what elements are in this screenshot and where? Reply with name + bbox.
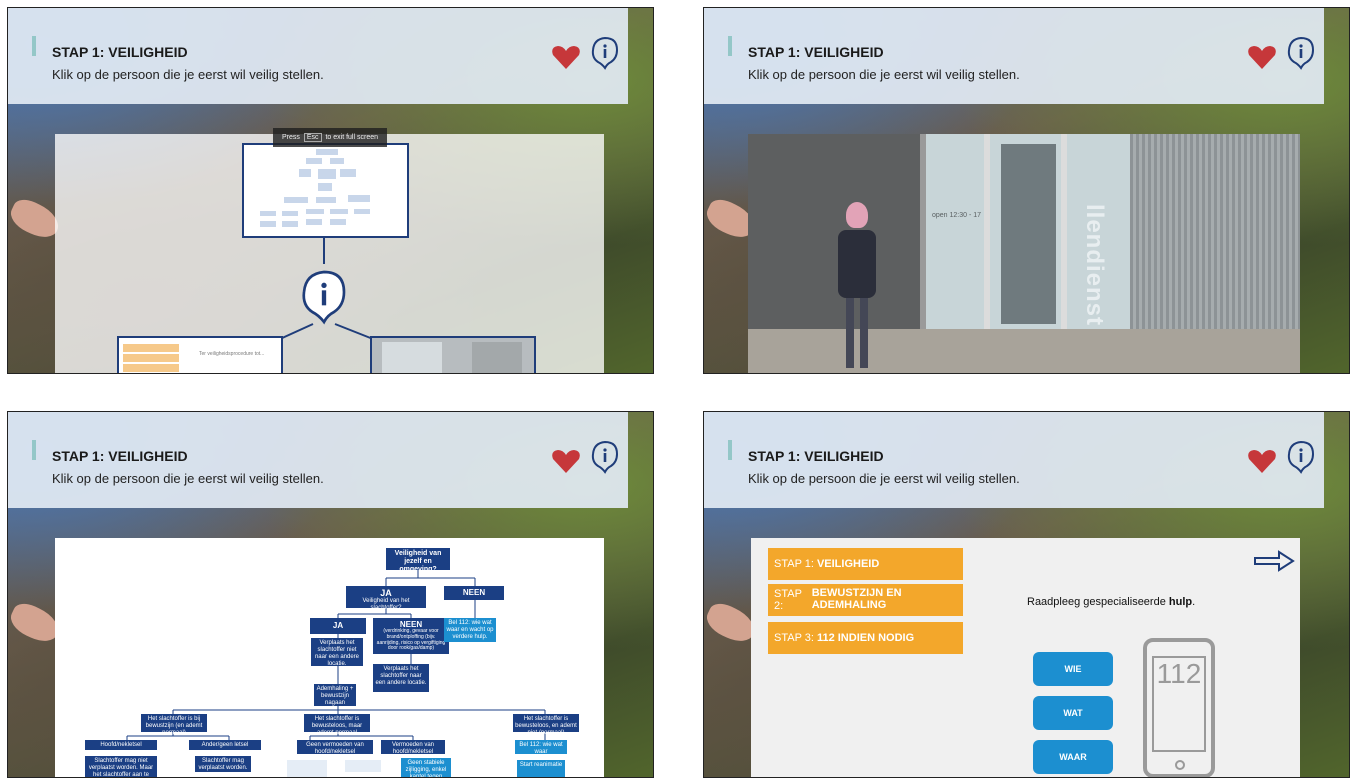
flow-mag-niet: Slachtoffer mag niet verplaatst worden. … [85, 756, 157, 777]
menu-step-3-prefix: STAP 3: [774, 632, 814, 644]
menu-step-3[interactable]: STAP 3: 112 INDIEN NODIG [768, 622, 963, 654]
flow-root: Veiligheid van jezelf en omgeving? [386, 548, 450, 573]
heart-icon [552, 46, 580, 69]
flow-ghost-b [345, 760, 381, 772]
heart-icon [1248, 450, 1276, 473]
flow-ja-title: JA [380, 588, 392, 598]
header-accent [32, 440, 36, 460]
instruction-post: . [1192, 596, 1196, 608]
header-bar: STAP 1: VEILIGHEID Klik op de persoon di… [8, 8, 628, 104]
header-accent [728, 440, 732, 460]
flow-bewusteloos: Het slachtoffer is bewusteloos, maar ade… [304, 714, 370, 736]
step-instruction: Klik op de persoon die je eerst wil veil… [748, 67, 1020, 82]
flow-bel112b: Bel 112: wie wat waar [515, 740, 567, 755]
heart-icon [552, 450, 580, 473]
menu-step-2-prefix: STAP 2: [774, 588, 802, 612]
flow-bewusteloos2: Het slachtoffer is bewusteloos, en ademt… [513, 714, 579, 736]
preview-caption: Ter veiligheidsprocedure tot... [199, 351, 265, 357]
arrow-right-icon[interactable] [1253, 550, 1295, 572]
waar-button[interactable]: WAAR [1033, 740, 1113, 774]
step-title: STAP 1: VEILIGHEID [52, 44, 188, 60]
flow-neen2: NEEN (verdrinking, gevaar voor brand/ont… [373, 618, 449, 654]
flow-ander: Ander/geen letsel [189, 740, 261, 750]
header-accent [32, 36, 36, 56]
panel-info-overlay: STAP 1: VEILIGHEID Klik op de persoon di… [7, 7, 654, 374]
menu-step-2-label: BEWUSTZIJN EN ADEMHALING [811, 587, 902, 611]
step-title: STAP 1: VEILIGHEID [748, 448, 884, 464]
fullscreen-toast: Press Esc to exit full screen [273, 128, 387, 147]
flow-verplaats: Verplaats het slachtoffer naar een ander… [373, 664, 429, 692]
instruction-pre: Raadpleeg gespecialiseerde [1027, 596, 1169, 608]
header-bar: STAP 1: VEILIGHEID Klik op de persoon di… [8, 412, 628, 508]
step-instruction: Klik op de persoon die je eerst wil veil… [52, 67, 324, 82]
flow-stabiele: Geen stabiele zijligging, enkel kantel t… [401, 758, 451, 777]
header-accent [728, 36, 732, 56]
door-text: open 12:30 - 17 [932, 212, 982, 219]
panel-menu: STAP 1: VEILIGHEID Klik op de persoon di… [703, 411, 1350, 778]
esc-rest: to exit full screen [325, 134, 378, 141]
step-instruction: Klik op de persoon die je eerst wil veil… [748, 471, 1020, 486]
esc-key: Esc [303, 133, 322, 142]
instruction-bold: hulp [1168, 596, 1193, 608]
flow-ja2: JA [310, 618, 366, 634]
heart-icon [1248, 46, 1276, 69]
info-head-icon[interactable] [590, 440, 620, 474]
flow-geen-verm: Geen vermoeden van hoofd/nekletsel [297, 740, 373, 755]
flow-ja-sub: Veiligheid van het slachtoffer? [362, 598, 410, 612]
flow-ja: JA Veiligheid van het slachtoffer? [346, 586, 426, 611]
flowchart-slide: Veiligheid van jezelf en omgeving? JA Ve… [55, 538, 604, 777]
wie-button[interactable]: WIE [1033, 652, 1113, 686]
person-bystander[interactable] [838, 202, 876, 373]
phone-number: 112 [1156, 658, 1202, 689]
panel-photo: STAP 1: VEILIGHEID Klik op de persoon di… [703, 7, 1350, 374]
menu-step-2[interactable]: STAP 2: BEWUSTZIJN EN ADEMHALING [768, 584, 963, 616]
menu-step-1-label: VEILIGHEID [816, 558, 880, 570]
flow-ghost-a [287, 760, 327, 777]
scene-photo[interactable]: open 12:30 - 17 llendienst [748, 134, 1300, 373]
metal-facade [1130, 134, 1300, 329]
info-head-icon[interactable] [299, 266, 349, 328]
menu-slide: STAP 1: VEILIGHEID STAP 2: BEWUSTZIJN EN A… [751, 538, 1300, 777]
panel-flowchart: STAP 1: VEILIGHEID Klik op de persoon di… [7, 411, 654, 778]
flow-bewust: Het slachtoffer is bij bewustzijn (en ad… [141, 714, 207, 736]
building-sign: llendienst [1081, 204, 1108, 327]
flow-verplaats-niet: Verplaats het slachtoffer niet naar een … [311, 638, 363, 667]
photo-thumbnail[interactable] [370, 336, 536, 373]
flow-mag: Slachtoffer mag verplaatst worden. [195, 756, 251, 772]
info-overlay: Ter veiligheidsprocedure tot... [55, 134, 604, 373]
menu-step-1[interactable]: STAP 1: VEILIGHEID [768, 548, 963, 580]
header-bar: STAP 1: VEILIGHEID Klik op de persoon di… [704, 8, 1324, 104]
info-head-icon[interactable] [1286, 36, 1316, 70]
info-head-icon[interactable] [590, 36, 620, 70]
menu-thumbnail[interactable]: Ter veiligheidsprocedure tot... [117, 336, 283, 373]
flow-neen: NEEN [444, 586, 504, 600]
pavement [748, 329, 1300, 373]
flow-hoofd: Hoofd/nekletsel [85, 740, 157, 750]
flow-ademhaling: Ademhaling + bewustzijn nagaan [314, 684, 356, 706]
step-instruction: Klik op de persoon die je eerst wil veil… [52, 471, 324, 486]
instruction-text: Raadpleeg gespecialiseerde hulp. [1027, 596, 1195, 608]
step-title: STAP 1: VEILIGHEID [748, 44, 884, 60]
wat-button[interactable]: WAT [1033, 696, 1113, 730]
header-bar: STAP 1: VEILIGHEID Klik op de persoon di… [704, 412, 1324, 508]
menu-step-1-prefix: STAP 1: [774, 558, 814, 570]
info-head-icon[interactable] [1286, 440, 1316, 474]
phone-home-button [1175, 760, 1185, 770]
flow-neen2-sub: (verdrinking, gevaar voor brand/ontploff… [376, 628, 446, 652]
step-title: STAP 1: VEILIGHEID [52, 448, 188, 464]
flow-verm: Vermoeden van hoofd/nekletsel [381, 740, 445, 755]
flow-bel112: Bel 112: wie wat waar en wacht op verder… [444, 618, 496, 642]
esc-press: Press [281, 134, 300, 141]
menu-step-3-label: 112 INDIEN NODIG [816, 632, 915, 644]
flow-reanimatie: Start reanimatie [517, 760, 565, 777]
phone-icon: 112 [1143, 638, 1215, 777]
